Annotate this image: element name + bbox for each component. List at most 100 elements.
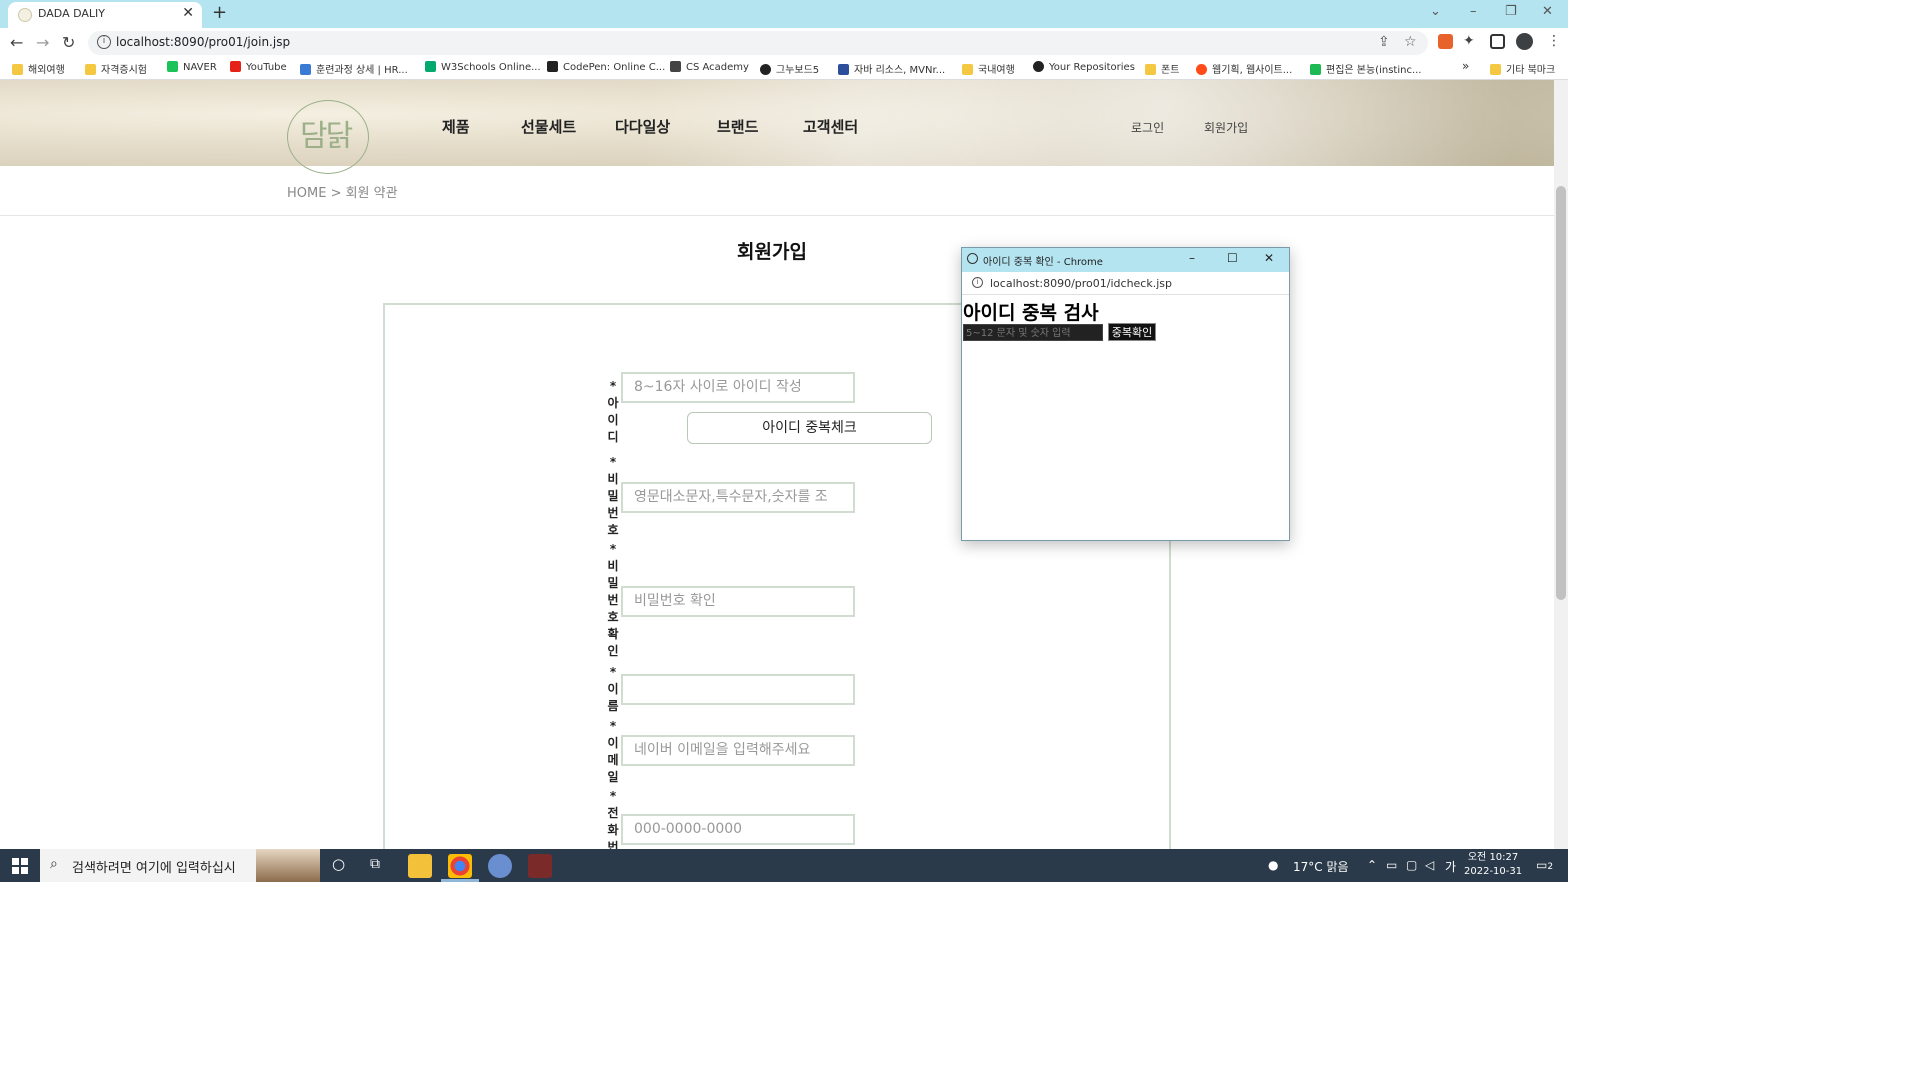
cs-academy-icon xyxy=(670,61,681,72)
password-input[interactable]: 영문대소문자,특수문자,숫자를 조 xyxy=(621,482,855,513)
clock-date: 2022-10-31 xyxy=(1464,866,1523,877)
popup-minimize-button[interactable]: – xyxy=(1189,251,1195,265)
bookmark-item[interactable]: CodePen: Online C... xyxy=(547,61,665,73)
bookmark-item[interactable]: 해외여행 xyxy=(12,61,65,76)
share-icon[interactable]: ⇪ xyxy=(1378,34,1390,50)
weather-text[interactable]: 17°C 맑음 xyxy=(1293,858,1349,875)
phone-input[interactable]: 000-0000-0000 xyxy=(621,814,855,845)
address-bar[interactable]: i localhost:8090/pro01/join.jsp ⇪ ☆ xyxy=(88,31,1428,55)
app-icon[interactable] xyxy=(528,854,552,878)
folder-icon xyxy=(85,64,96,75)
id-label: *아이디 xyxy=(607,379,619,444)
page-title: 회원가입 xyxy=(737,241,807,263)
popup-title-bar[interactable]: 아이디 중복 확인 - Chrome – ☐ ✕ xyxy=(962,248,1289,272)
id-input[interactable]: 8~16자 사이로 아이디 작성 xyxy=(621,372,855,403)
folder-icon xyxy=(962,64,973,75)
profile-avatar-icon[interactable] xyxy=(1516,33,1533,50)
bookmark-item[interactable]: 웹기획, 웹사이트... xyxy=(1196,61,1292,76)
nav-item-gift-sets[interactable]: 선물세트 xyxy=(521,116,576,137)
extension-icon[interactable] xyxy=(1438,34,1453,49)
menu-kebab-icon[interactable]: ⋮ xyxy=(1547,33,1561,49)
join-link[interactable]: 회원가입 xyxy=(1204,119,1248,136)
w3schools-icon xyxy=(425,61,436,72)
bookmark-item[interactable]: 국내여행 xyxy=(962,61,1015,76)
popup-maximize-button[interactable]: ☐ xyxy=(1227,251,1238,265)
minimize-button[interactable]: – xyxy=(1470,4,1477,19)
cortana-icon[interactable]: ○ xyxy=(332,855,345,873)
breadcrumb: HOME > 회원 약관 xyxy=(287,186,398,201)
bookmarks-bar: 해외여행 자격증시험 NAVER YouTube 훈련과정 상세 | HR...… xyxy=(0,58,1568,80)
site-info-icon[interactable]: i xyxy=(972,277,983,288)
duplicate-check-button[interactable]: 중복확인 xyxy=(1108,323,1156,341)
site-logo[interactable]: 담닭 xyxy=(287,100,369,174)
scrollbar-thumb[interactable] xyxy=(1556,186,1566,600)
bookmark-item[interactable]: 자격증시험 xyxy=(85,61,147,76)
bookmark-item[interactable]: 폰트 xyxy=(1145,61,1179,76)
bookmark-star-icon[interactable]: ☆ xyxy=(1404,34,1417,50)
chrome-icon[interactable] xyxy=(448,854,472,878)
windows-start-icon[interactable] xyxy=(12,858,28,874)
task-view-icon[interactable]: ⧉ xyxy=(370,856,380,872)
login-link[interactable]: 로그인 xyxy=(1131,119,1164,136)
popup-heading: 아이디 중복 검사 xyxy=(963,302,1099,324)
close-window-button[interactable]: ✕ xyxy=(1542,4,1553,19)
bookmark-item[interactable]: CS Academy xyxy=(670,61,749,73)
name-input[interactable] xyxy=(621,674,855,705)
eclipse-icon[interactable] xyxy=(488,854,512,878)
side-panel-icon[interactable] xyxy=(1490,34,1505,49)
tray-overflow-icon[interactable]: ⌃ xyxy=(1367,858,1377,872)
id-check-input[interactable]: 5~12 문자 및 숫자 입력 xyxy=(963,324,1103,341)
clock-time: 오전 10:27 xyxy=(1467,852,1519,863)
volume-muted-icon[interactable]: ◁ xyxy=(1425,858,1434,872)
folder-icon xyxy=(12,64,23,75)
site-info-icon[interactable]: i xyxy=(97,35,111,49)
back-arrow-icon[interactable]: ← xyxy=(10,33,23,52)
web-page: 담닭 제품 선물세트 다다일상 브랜드 고객센터 로그인 회원가입 HOME >… xyxy=(0,80,1554,849)
bookmark-item[interactable]: W3Schools Online... xyxy=(425,61,541,73)
id-duplicate-check-button[interactable]: 아이디 중복체크 xyxy=(687,412,932,444)
notification-count: 2 xyxy=(1547,862,1554,872)
file-explorer-icon[interactable] xyxy=(408,854,432,878)
name-label: *이름 xyxy=(607,665,619,713)
tab-search-icon[interactable]: ⌄ xyxy=(1430,4,1441,19)
bookmark-item[interactable]: 자바 리소스, MVNr... xyxy=(838,61,945,76)
network-icon[interactable]: ▭ xyxy=(1386,858,1397,872)
bookmarks-overflow-icon[interactable]: » xyxy=(1462,59,1469,73)
clock[interactable]: 오전 10:27 2022-10-31 xyxy=(1464,851,1522,879)
tab-close-icon[interactable]: ✕ xyxy=(182,5,194,21)
nav-item-dada-daily[interactable]: 다다일상 xyxy=(615,116,670,137)
bookmark-item[interactable]: 훈련과정 상세 | HR... xyxy=(300,61,408,76)
bookmark-item[interactable]: Your Repositories xyxy=(1033,61,1135,73)
bookmark-item[interactable]: YouTube xyxy=(230,61,287,73)
extensions-puzzle-icon[interactable]: ✦ xyxy=(1463,33,1475,49)
forward-arrow-icon[interactable]: → xyxy=(36,33,49,52)
nav-item-products[interactable]: 제품 xyxy=(442,116,470,137)
nav-item-brand[interactable]: 브랜드 xyxy=(717,116,758,137)
email-label: *이메일 xyxy=(607,719,619,784)
password-confirm-input[interactable]: 비밀번호 확인 xyxy=(621,586,855,617)
restore-button[interactable]: ❐ xyxy=(1505,4,1517,19)
bookmark-item[interactable]: 그누보드5 xyxy=(760,61,819,76)
ime-indicator[interactable]: 가 xyxy=(1445,858,1456,875)
page-scrollbar[interactable] xyxy=(1554,80,1568,849)
nav-item-customer-center[interactable]: 고객센터 xyxy=(803,116,858,137)
browser-tab[interactable]: DADA DALIY ✕ xyxy=(8,2,202,28)
gnuboard-icon xyxy=(760,64,771,75)
codepen-icon xyxy=(547,61,558,72)
other-bookmarks[interactable]: 기타 북마크 xyxy=(1490,61,1555,76)
mvn-icon xyxy=(838,64,849,75)
bookmark-item[interactable]: NAVER xyxy=(167,61,217,73)
address-url[interactable]: localhost:8090/pro01/join.jsp xyxy=(116,35,290,49)
popup-close-button[interactable]: ✕ xyxy=(1264,251,1274,265)
bookmark-item[interactable]: 편집은 본능(instinc... xyxy=(1310,61,1421,76)
new-tab-button[interactable]: + xyxy=(212,2,227,23)
password-label: *비밀번호 xyxy=(607,455,619,537)
notification-icon[interactable]: ▭2 xyxy=(1536,858,1553,872)
taskbar-search-box[interactable]: ⌕ 검색하려면 여기에 입력하십시 xyxy=(40,849,320,882)
display-icon[interactable]: ▢ xyxy=(1406,858,1417,872)
popup-window-title: 아이디 중복 확인 - Chrome xyxy=(983,257,1103,268)
folder-icon xyxy=(1490,64,1501,75)
email-input[interactable]: 네이버 이메일을 입력해주세요 xyxy=(621,735,855,766)
browser-toolbar: ← → ↻ i localhost:8090/pro01/join.jsp ⇪ … xyxy=(0,28,1568,58)
reload-icon[interactable]: ↻ xyxy=(62,33,75,52)
